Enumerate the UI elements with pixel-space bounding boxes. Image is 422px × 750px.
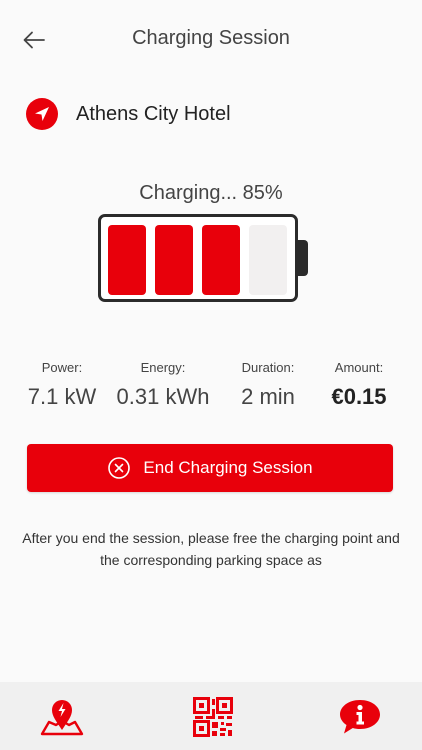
bottom-nav <box>0 682 422 750</box>
battery-cell <box>249 225 287 295</box>
stat-duration-label: Duration: <box>241 360 295 375</box>
battery-indicator <box>98 214 298 302</box>
nav-map-button[interactable] <box>38 694 86 740</box>
end-charging-session-label: End Charging Session <box>143 458 313 477</box>
battery-tip <box>298 240 308 276</box>
battery-cell <box>155 225 193 295</box>
qr-code-icon <box>193 697 233 737</box>
stat-energy-value: 0.31 kWh <box>116 384 210 409</box>
battery-cell <box>108 225 146 295</box>
nav-qr-button[interactable] <box>189 694 237 740</box>
charging-status: Charging... 85% <box>139 182 283 204</box>
stat-duration-value: 2 min <box>241 384 295 409</box>
stat-duration: Duration: 2 min <box>228 358 308 410</box>
stat-amount: Amount: €0.15 <box>320 358 398 410</box>
stat-power-value: 7.1 kW <box>27 384 97 409</box>
info-chat-icon <box>340 700 380 734</box>
close-circle-icon <box>108 457 131 479</box>
stat-amount-value: €0.15 <box>331 384 387 409</box>
location-row: Athens City Hotel <box>26 96 231 132</box>
battery-cell <box>202 225 240 295</box>
stat-energy-label: Energy: <box>140 360 186 375</box>
stat-power-label: Power: <box>41 360 83 375</box>
stat-power: Power: 7.1 kW <box>22 358 102 410</box>
navigation-arrow-icon <box>26 98 58 130</box>
nav-info-button[interactable] <box>336 694 384 740</box>
info-text: After you end the session, please free t… <box>22 530 400 568</box>
stat-energy: Energy: 0.31 kWh <box>112 358 214 410</box>
stat-amount-label: Amount: <box>334 360 384 375</box>
location-name: Athens City Hotel <box>76 102 231 125</box>
header: Charging Session <box>0 0 422 80</box>
page-title: Charging Session <box>132 27 290 49</box>
end-charging-session-button[interactable]: End Charging Session <box>27 444 393 492</box>
map-lightning-pin-icon <box>40 700 84 736</box>
